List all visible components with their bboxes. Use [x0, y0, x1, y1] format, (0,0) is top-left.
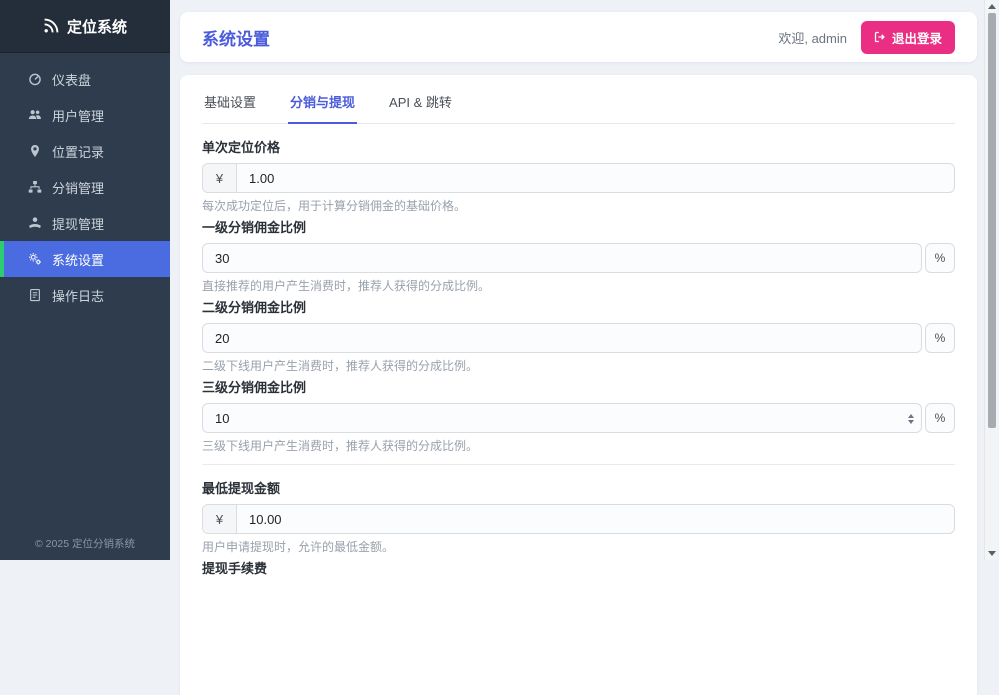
level3-commission-input[interactable]: [203, 404, 921, 432]
tab-basic-settings[interactable]: 基础设置: [202, 89, 258, 123]
sidebar-item-label: 仪表盘: [52, 70, 91, 89]
sidebar-item-logs[interactable]: 操作日志: [0, 277, 170, 313]
log-icon: [28, 288, 42, 302]
field-level1-commission: 一级分销佣金比例 % 直接推荐的用户产生消费时，推荐人获得的分成比例。: [202, 220, 955, 294]
main-area: 系统设置 欢迎, admin 退出登录 基础设置 分销与提现 API & 跳转 …: [180, 0, 977, 695]
number-stepper[interactable]: [908, 404, 914, 434]
sidebar-item-label: 用户管理: [52, 106, 104, 125]
field-help: 直接推荐的用户产生消费时，推荐人获得的分成比例。: [202, 279, 955, 294]
logout-label: 退出登录: [892, 28, 942, 47]
field-help: 用户申请提现时，允许的最低金额。: [202, 540, 955, 555]
sidebar-item-label: 分销管理: [52, 178, 104, 197]
scroll-up-arrow[interactable]: [988, 4, 996, 9]
sitemap-icon: [28, 180, 42, 194]
sidebar-item-settings[interactable]: 系统设置: [0, 241, 170, 277]
map-marker-icon: [28, 144, 42, 158]
dashboard-icon: [28, 72, 42, 86]
field-label: 三级分销佣金比例: [202, 380, 955, 396]
currency-prefix: ¥: [203, 164, 237, 192]
input-wrap: [202, 323, 922, 353]
level2-commission-input[interactable]: [203, 324, 921, 352]
field-help: 二级下线用户产生消费时，推荐人获得的分成比例。: [202, 359, 955, 374]
section-divider: [202, 464, 955, 465]
sidebar-item-label: 位置记录: [52, 142, 104, 161]
welcome-text: 欢迎, admin: [778, 28, 847, 47]
vertical-scrollbar[interactable]: [984, 0, 998, 560]
logout-button[interactable]: 退出登录: [861, 21, 955, 54]
field-label: 最低提现金额: [202, 481, 955, 497]
field-label: 二级分销佣金比例: [202, 300, 955, 316]
tab-bar: 基础设置 分销与提现 API & 跳转: [202, 89, 955, 124]
tab-api-redirect[interactable]: API & 跳转: [387, 89, 454, 123]
settings-card: 基础设置 分销与提现 API & 跳转 单次定位价格 ¥ 每次成功定位后，用于计…: [180, 75, 977, 695]
sidebar-item-dashboard[interactable]: 仪表盘: [0, 61, 170, 97]
hand-coin-icon: [28, 216, 42, 230]
min-withdrawal-input[interactable]: [237, 505, 954, 533]
location-price-input[interactable]: [237, 164, 954, 192]
level1-commission-input[interactable]: [203, 244, 921, 272]
settings-form: 单次定位价格 ¥ 每次成功定位后，用于计算分销佣金的基础价格。 一级分销佣金比例…: [202, 124, 955, 577]
app-logo: 定位系统: [0, 0, 170, 53]
field-location-price: 单次定位价格 ¥ 每次成功定位后，用于计算分销佣金的基础价格。: [202, 140, 955, 214]
satellite-dish-icon: [43, 18, 59, 34]
sidebar-item-location-records[interactable]: 位置记录: [0, 133, 170, 169]
percent-suffix: %: [925, 323, 955, 353]
input-wrap: [202, 403, 922, 433]
field-label: 一级分销佣金比例: [202, 220, 955, 236]
page-header: 系统设置 欢迎, admin 退出登录: [180, 12, 977, 62]
sidebar-item-label: 操作日志: [52, 286, 104, 305]
app-title: 定位系统: [67, 16, 127, 37]
gears-icon: [28, 252, 42, 266]
sidebar-item-users[interactable]: 用户管理: [0, 97, 170, 133]
sidebar-item-label: 提现管理: [52, 214, 104, 233]
field-withdrawal-fee: 提现手续费: [202, 561, 955, 577]
header-right: 欢迎, admin 退出登录: [778, 21, 955, 54]
scrollbar-thumb[interactable]: [988, 13, 996, 428]
field-min-withdrawal: 最低提现金额 ¥ 用户申请提现时，允许的最低金额。: [202, 481, 955, 555]
scroll-down-arrow[interactable]: [988, 551, 996, 556]
tab-distribution-withdrawal[interactable]: 分销与提现: [288, 89, 357, 124]
sidebar-item-label: 系统设置: [52, 250, 104, 269]
percent-suffix: %: [925, 403, 955, 433]
sidebar-item-distribution[interactable]: 分销管理: [0, 169, 170, 205]
sidebar-item-withdrawals[interactable]: 提现管理: [0, 205, 170, 241]
page-title: 系统设置: [202, 25, 270, 50]
percent-suffix: %: [925, 243, 955, 273]
price-input-group: ¥: [202, 163, 955, 193]
sidebar-nav: 仪表盘 用户管理 位置记录 分销管理: [0, 53, 170, 313]
field-level3-commission: 三级分销佣金比例 % 三级下线用户产生消费时，推荐人获得的分成比例。: [202, 380, 955, 454]
field-label: 提现手续费: [202, 561, 955, 577]
sidebar: 定位系统 仪表盘 用户管理 位置记录: [0, 0, 170, 560]
field-help: 三级下线用户产生消费时，推荐人获得的分成比例。: [202, 439, 955, 454]
field-level2-commission: 二级分销佣金比例 % 二级下线用户产生消费时，推荐人获得的分成比例。: [202, 300, 955, 374]
input-wrap: [202, 243, 922, 273]
sign-out-icon: [874, 31, 886, 43]
field-help: 每次成功定位后，用于计算分销佣金的基础价格。: [202, 199, 955, 214]
amount-input-group: ¥: [202, 504, 955, 534]
sidebar-footer: © 2025 定位分销系统: [0, 536, 170, 551]
field-label: 单次定位价格: [202, 140, 955, 156]
users-icon: [28, 108, 42, 122]
currency-prefix: ¥: [203, 505, 237, 533]
